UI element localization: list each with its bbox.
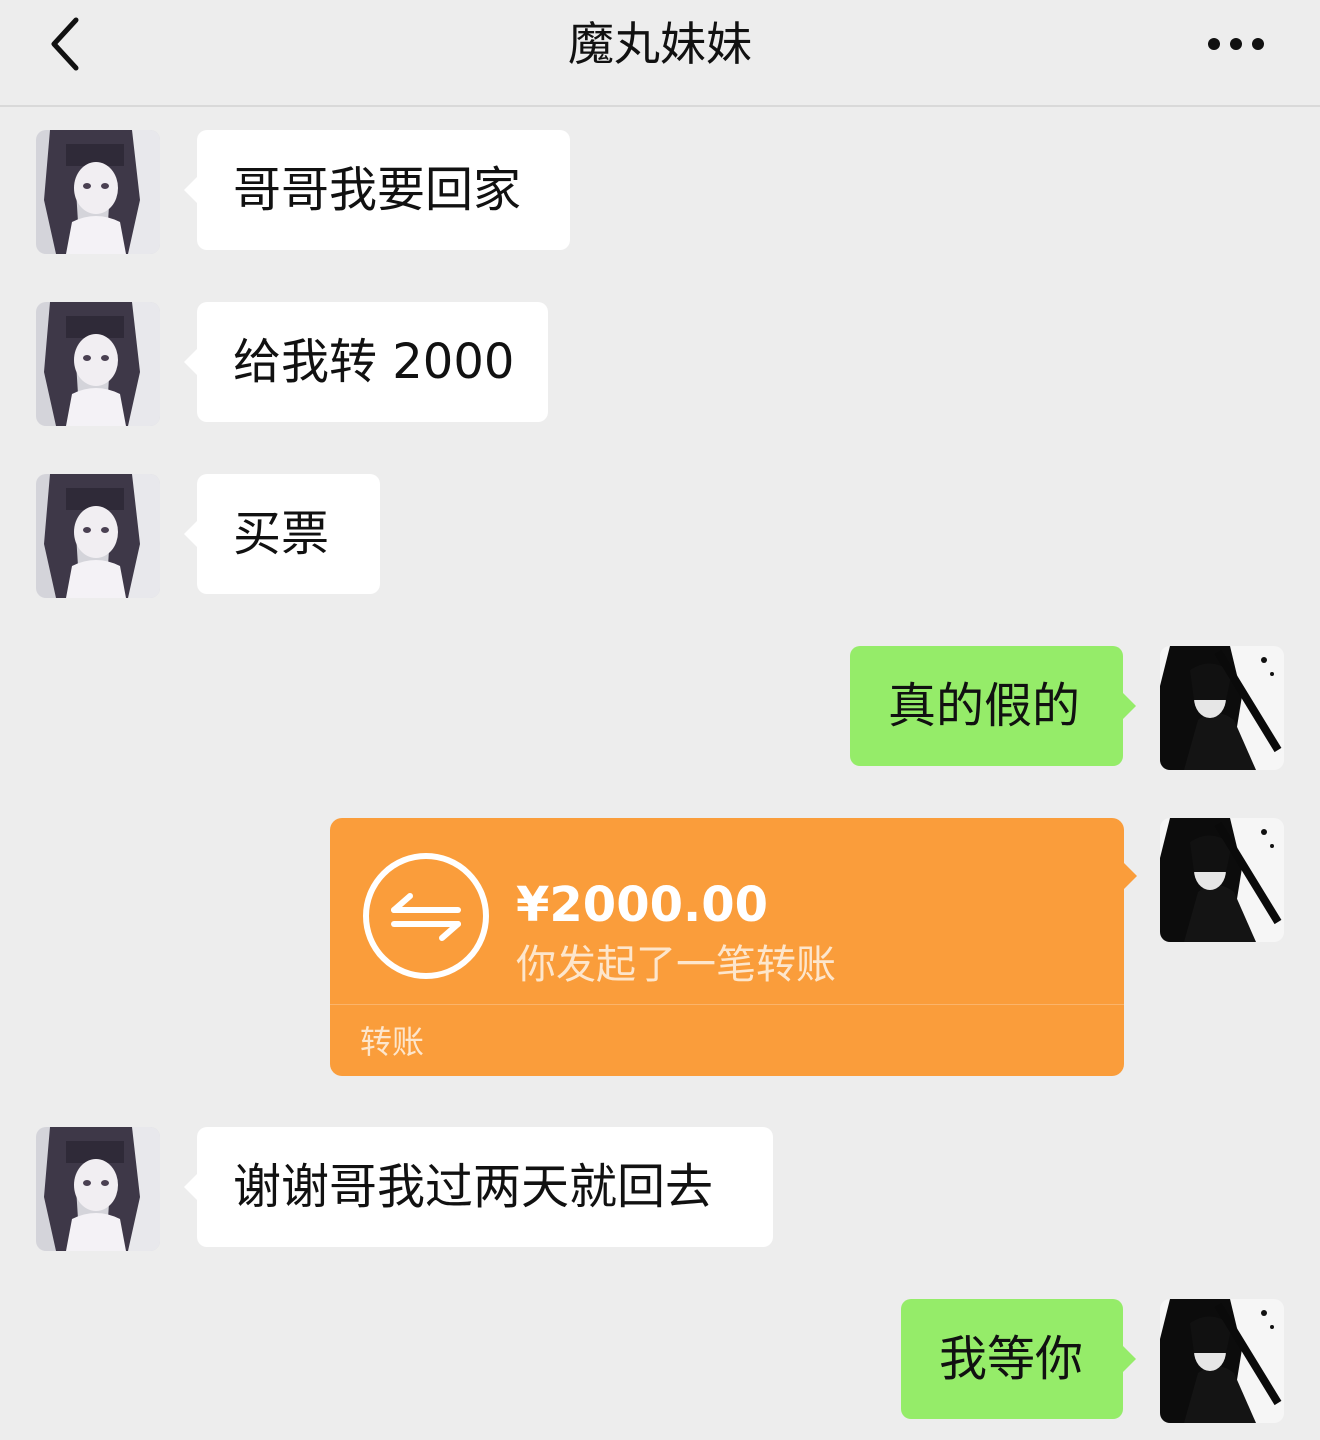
chat-header: 魔丸妹妹 [0, 0, 1320, 107]
contact-avatar[interactable] [36, 474, 160, 598]
transfer-divider [330, 1004, 1124, 1005]
outgoing-message: 真的假的 [850, 646, 1136, 766]
contact-avatar[interactable] [36, 1127, 160, 1251]
chat-title: 魔丸妹妹 [568, 17, 752, 71]
outgoing-message: 我等你 [901, 1299, 1136, 1419]
incoming-message: 买票 [184, 474, 380, 594]
transfer-label: 转账 [360, 1023, 425, 1061]
self-avatar[interactable] [1160, 818, 1284, 942]
more-dots-icon [1208, 38, 1264, 50]
incoming-message: 哥哥我要回家 [184, 130, 570, 250]
more-button[interactable] [1200, 24, 1272, 64]
contact-avatar[interactable] [36, 302, 160, 426]
self-avatar[interactable] [1160, 646, 1284, 770]
incoming-message: 给我转 2000 [184, 302, 548, 422]
incoming-message: 谢谢哥我过两天就回去 [184, 1127, 773, 1247]
transfer-amount: ¥2000.00 [516, 877, 769, 933]
transfer-arrows-icon [363, 853, 489, 979]
self-avatar[interactable] [1160, 1299, 1284, 1423]
transfer-description: 你发起了一笔转账 [516, 942, 836, 988]
contact-avatar[interactable] [36, 130, 160, 254]
transfer-card[interactable]: ¥2000.00 你发起了一笔转账 转账 [330, 818, 1137, 1076]
